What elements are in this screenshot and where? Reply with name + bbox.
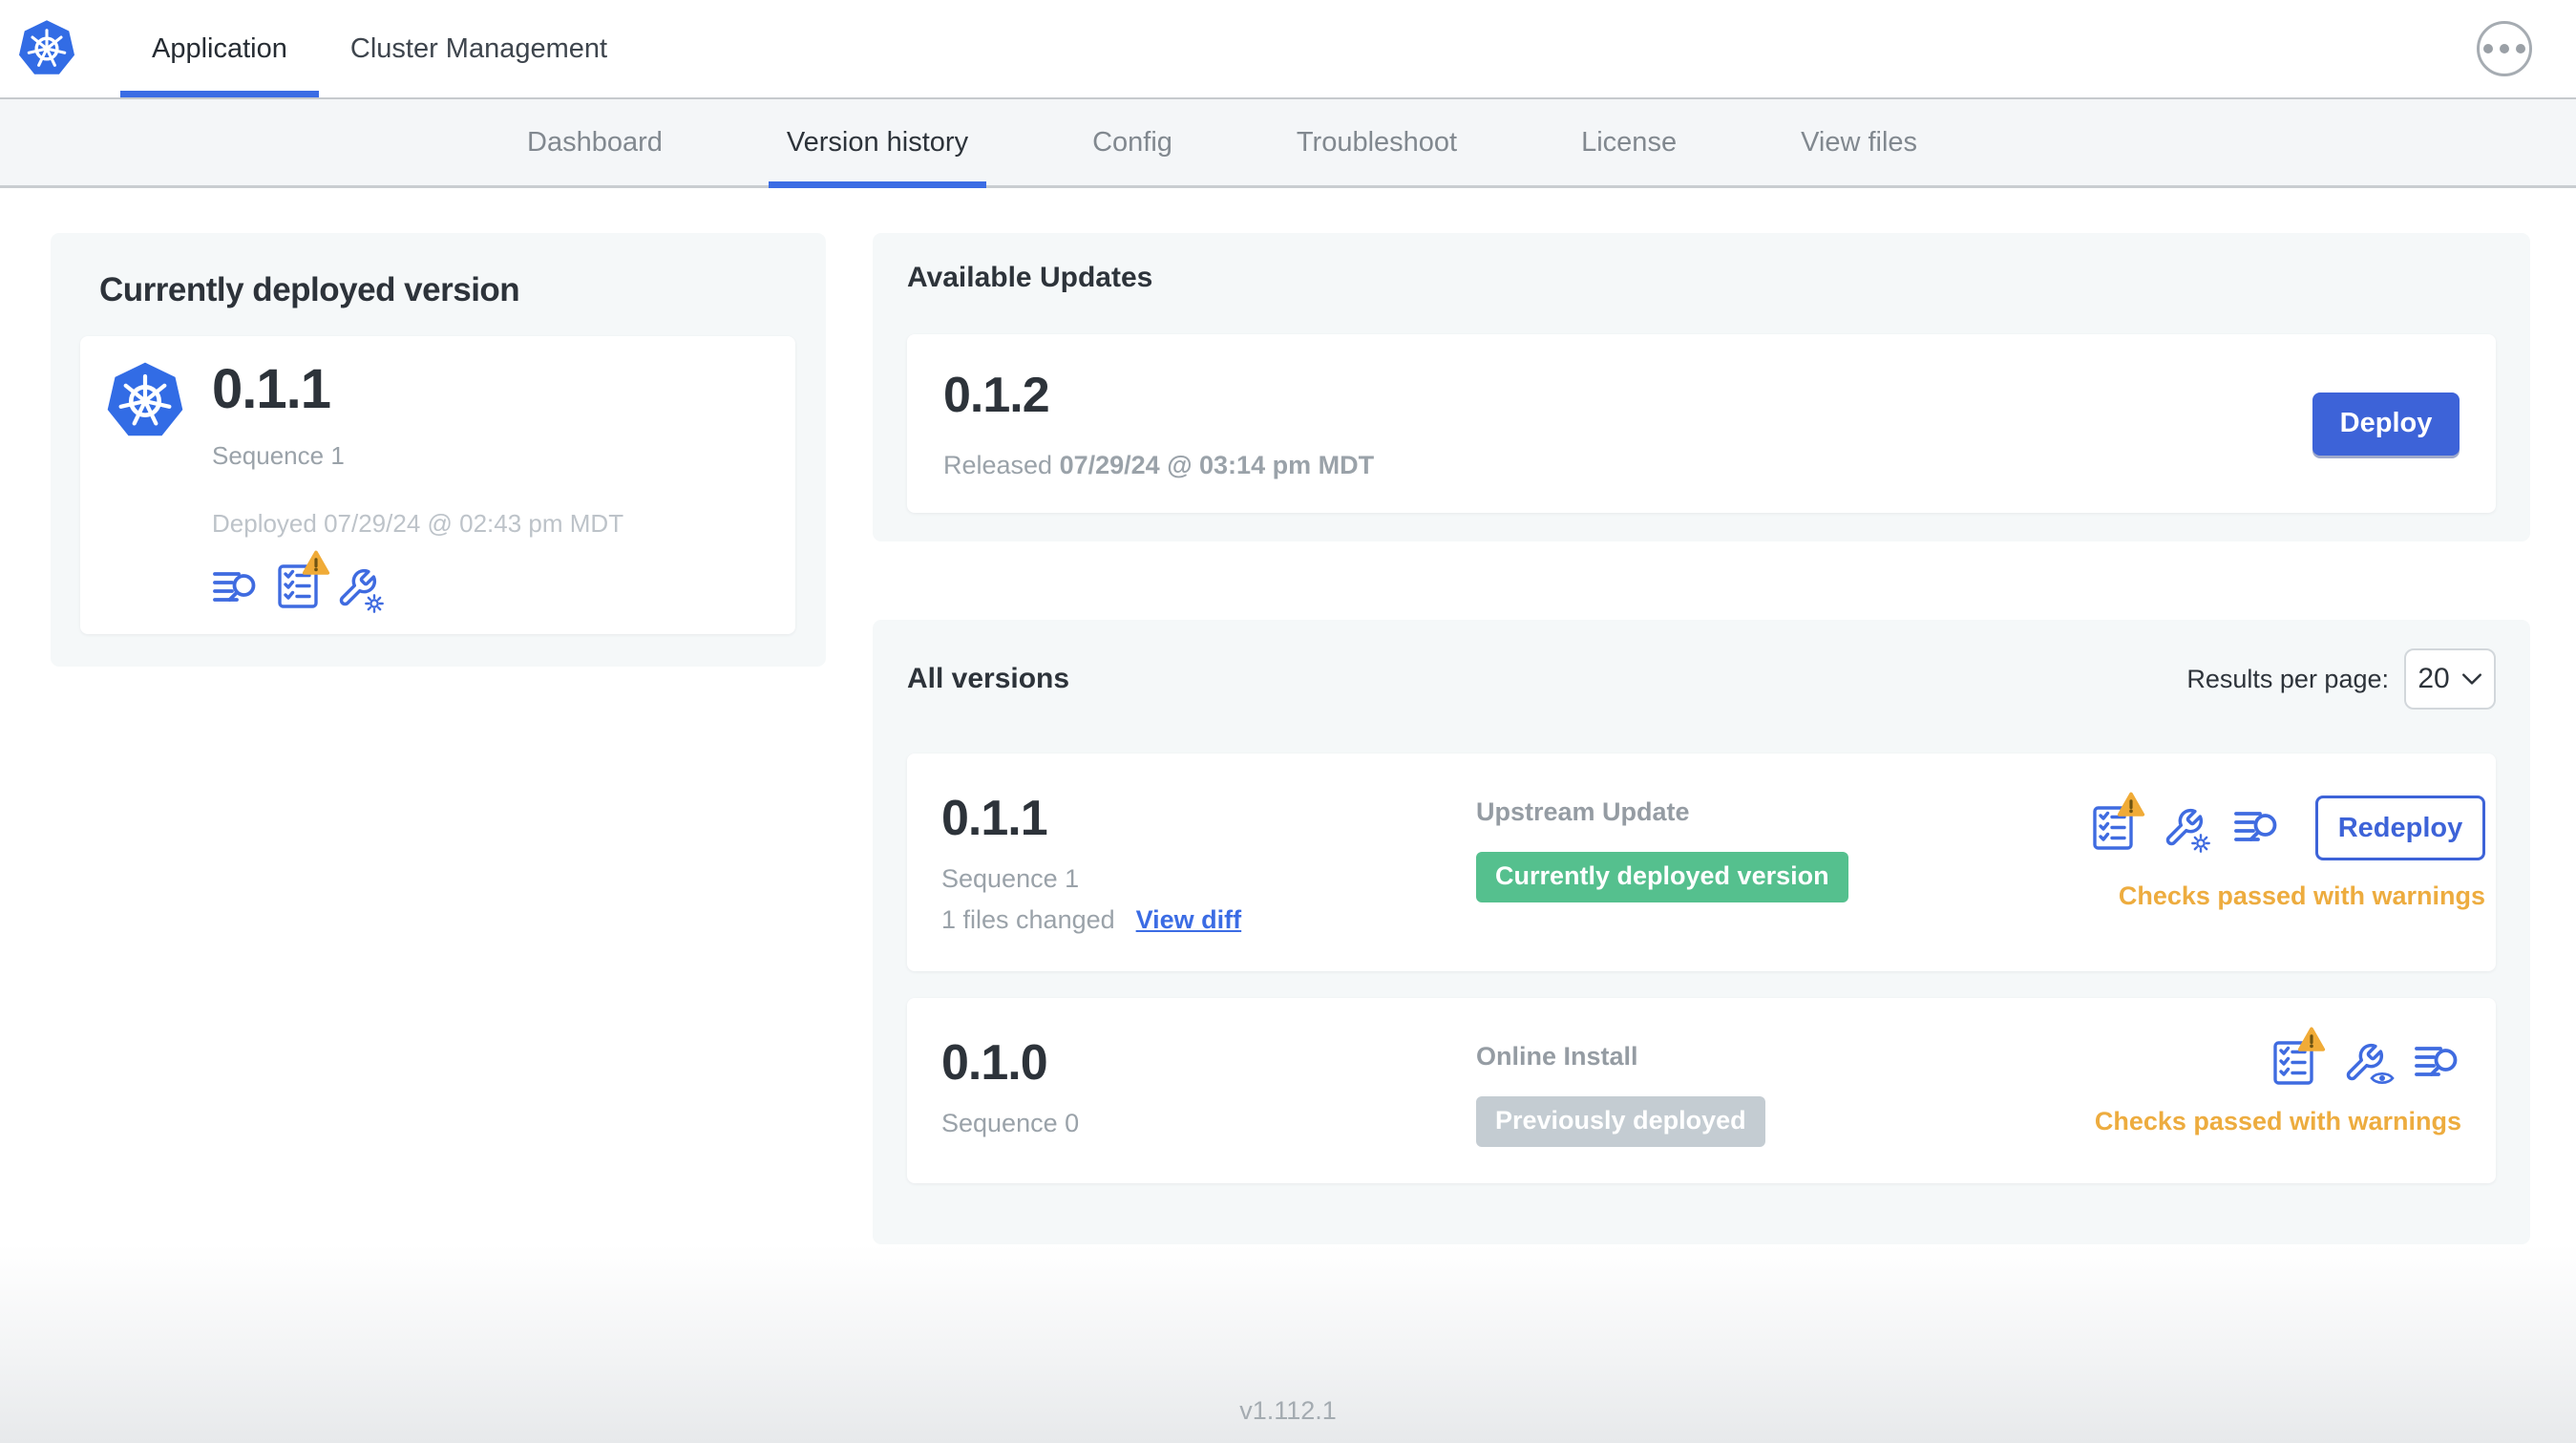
results-per-page-select[interactable]: 20 (2404, 648, 2496, 710)
update-released-line: Released 07/29/24 @ 03:14 pm MDT (943, 451, 1375, 479)
currently-deployed-card: Currently deployed version 0.1.1 Sequenc… (51, 233, 826, 667)
row-version-number: 0.1.1 (941, 791, 1048, 846)
main-content: Currently deployed version 0.1.1 Sequenc… (0, 188, 2576, 1244)
diff-icon[interactable] (2414, 1042, 2461, 1084)
currently-deployed-title: Currently deployed version (99, 271, 520, 308)
results-per-page: Results per page: 20 (2186, 648, 2496, 710)
status-badge: Currently deployed version (1476, 852, 1848, 902)
deployed-timestamp: Deployed 07/29/24 @ 02:43 pm MDT (212, 508, 624, 538)
preflight-checks-warning-icon[interactable] (2092, 792, 2145, 851)
view-config-icon[interactable] (2343, 1042, 2395, 1084)
warning-triangle-icon (2297, 1027, 2326, 1051)
chevron-down-icon (2461, 673, 2481, 685)
header-tabs: Application Cluster Management (120, 0, 639, 97)
tab-cluster-management[interactable]: Cluster Management (319, 0, 639, 97)
gear-icon (364, 593, 385, 613)
tab-view-files[interactable]: View files (1739, 99, 1979, 185)
view-diff-link[interactable]: View diff (1136, 905, 1242, 935)
update-version-number: 0.1.2 (943, 368, 1050, 423)
results-per-page-label: Results per page: (2186, 664, 2389, 693)
right-column: Available Updates 0.1.2 Released 07/29/2… (873, 233, 2530, 1244)
all-versions-header: All versions Results per page: 20 (907, 648, 2496, 710)
version-source-label: Upstream Update (1476, 797, 1690, 826)
deploy-button[interactable]: Deploy (2312, 392, 2460, 456)
preflight-status-text: Checks passed with warnings (2094, 1107, 2461, 1135)
deployed-version-card: 0.1.1 Sequence 1 Deployed 07/29/24 @ 02:… (80, 336, 795, 634)
edit-config-icon[interactable] (336, 567, 385, 613)
diff-icon[interactable] (212, 567, 260, 609)
preflight-checks-warning-icon[interactable] (277, 550, 330, 609)
tab-cluster-management-label: Cluster Management (349, 32, 608, 64)
app-subnav: Dashboard Version history Config Trouble… (0, 99, 2576, 188)
console-version: v1.112.1 (1239, 1396, 1337, 1425)
version-row: 0.1.1 Sequence 1 1 files changed View di… (907, 753, 2496, 971)
tab-license[interactable]: License (1519, 99, 1739, 185)
tab-config[interactable]: Config (1030, 99, 1235, 185)
deployed-version-icons (212, 550, 623, 613)
warning-triangle-icon (2117, 792, 2145, 817)
preflight-checks-warning-icon[interactable] (2272, 1027, 2326, 1086)
all-versions-card: All versions Results per page: 20 0.1.1 … (873, 620, 2530, 1244)
deployed-sequence: Sequence 1 (212, 440, 345, 470)
row-version-number: 0.1.0 (941, 1035, 1048, 1091)
ellipsis-icon (2483, 44, 2493, 53)
update-released-date: 07/29/24 @ 03:14 pm MDT (1059, 451, 1375, 479)
diff-icon[interactable] (2233, 807, 2281, 849)
deployed-version-number: 0.1.1 (212, 358, 331, 420)
tab-application[interactable]: Application (120, 0, 319, 97)
more-options-button[interactable] (2477, 21, 2532, 76)
tab-version-history[interactable]: Version history (725, 99, 1030, 188)
available-updates-title: Available Updates (907, 262, 1153, 293)
update-row: 0.1.2 Released 07/29/24 @ 03:14 pm MDT D… (907, 334, 2496, 513)
warning-triangle-icon (302, 550, 330, 575)
gear-icon (2190, 833, 2211, 854)
files-changed-label: 1 files changed (941, 905, 1115, 934)
kubernetes-logo-icon (17, 19, 76, 78)
top-header: Application Cluster Management (0, 0, 2576, 99)
edit-config-icon[interactable] (2163, 807, 2211, 854)
eye-icon (2370, 1072, 2395, 1084)
row-sequence: Sequence 1 (941, 864, 1080, 893)
redeploy-button[interactable]: Redeploy (2315, 796, 2485, 860)
page-footer: v1.112.1 (0, 1244, 2576, 1443)
tab-dashboard[interactable]: Dashboard (465, 99, 725, 185)
available-updates-card: Available Updates 0.1.2 Released 07/29/2… (873, 233, 2530, 541)
row-sequence: Sequence 0 (941, 1109, 1080, 1137)
all-versions-title: All versions (907, 663, 1070, 694)
status-badge: Previously deployed (1476, 1096, 1765, 1147)
preflight-status-text: Checks passed with warnings (2118, 881, 2485, 910)
tab-application-label: Application (152, 32, 287, 64)
version-source-label: Online Install (1476, 1042, 1638, 1071)
kubernetes-app-icon (105, 361, 185, 441)
version-row: 0.1.0 Sequence 0 Online Install Previous… (907, 998, 2496, 1183)
tab-troubleshoot[interactable]: Troubleshoot (1235, 99, 1519, 185)
